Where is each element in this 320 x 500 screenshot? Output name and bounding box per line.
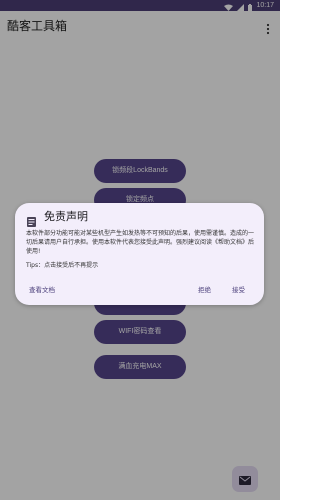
document-icon	[27, 212, 36, 227]
dialog-title: 免责声明	[44, 210, 88, 223]
dialog-body: 本软件部分功能可能对某些机型产生如发热等不可预知的后果，使用需谨慎。造成的一切后…	[26, 230, 255, 255]
dialog-tips: Tips：点击接受后不再提示	[26, 262, 99, 269]
reject-button[interactable]: 拒绝	[198, 285, 211, 295]
disclaimer-dialog: 免责声明 本软件部分功能可能对某些机型产生如发热等不可预知的后果，使用需谨慎。造…	[15, 203, 264, 305]
accept-button[interactable]: 接受	[232, 285, 245, 295]
view-docs-button[interactable]: 查看文档	[29, 285, 55, 295]
